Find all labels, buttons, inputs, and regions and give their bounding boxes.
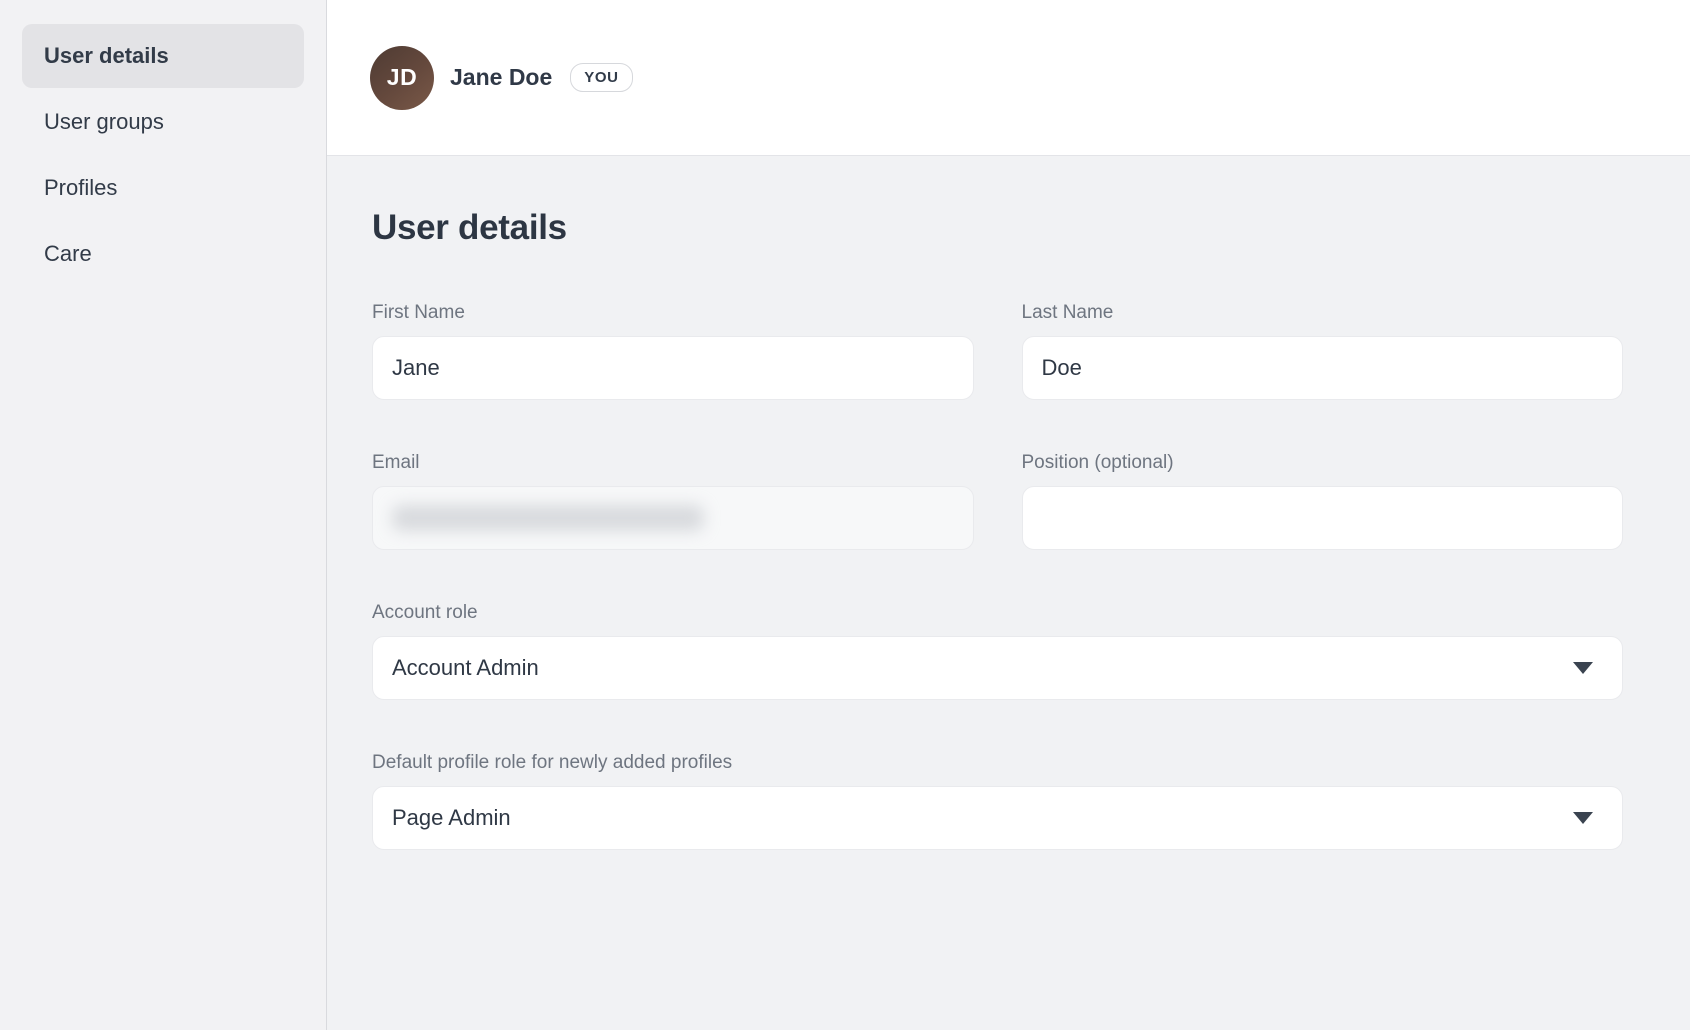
you-badge: YOU: [570, 63, 632, 92]
sidebar-item-care[interactable]: Care: [22, 222, 304, 286]
redacted-email-blur: [392, 505, 704, 531]
email-field: [372, 486, 974, 550]
position-input[interactable]: [1022, 486, 1624, 550]
user-details-form: First Name Last Name Email Position (opt…: [372, 302, 1623, 850]
user-header: JD Jane Doe YOU: [327, 0, 1690, 156]
default-profile-role-fieldgroup: Default profile role for newly added pro…: [372, 752, 1623, 850]
first-name-label: First Name: [372, 302, 974, 324]
sidebar-item-label: User groups: [44, 109, 164, 135]
account-role-value: Account Admin: [392, 655, 539, 681]
default-profile-role-value: Page Admin: [392, 805, 511, 831]
default-profile-role-select[interactable]: Page Admin: [372, 786, 1623, 850]
content-panel: User details First Name Last Name Email: [327, 156, 1690, 1030]
sidebar-item-label: User details: [44, 43, 169, 69]
main-area: JD Jane Doe YOU User details First Name …: [327, 0, 1690, 1030]
last-name-input[interactable]: [1022, 336, 1624, 400]
email-label: Email: [372, 452, 974, 474]
first-name-fieldgroup: First Name: [372, 302, 974, 400]
last-name-label: Last Name: [1022, 302, 1624, 324]
sidebar-item-label: Profiles: [44, 175, 117, 201]
chevron-down-icon: [1573, 812, 1593, 824]
account-role-fieldgroup: Account role Account Admin: [372, 602, 1623, 700]
email-fieldgroup: Email: [372, 452, 974, 550]
sidebar-item-label: Care: [44, 241, 92, 267]
account-role-label: Account role: [372, 602, 1623, 624]
default-profile-role-label: Default profile role for newly added pro…: [372, 752, 1623, 774]
account-role-select[interactable]: Account Admin: [372, 636, 1623, 700]
sidebar-item-user-groups[interactable]: User groups: [22, 90, 304, 154]
settings-page: User details User groups Profiles Care J…: [0, 0, 1690, 1030]
position-label: Position (optional): [1022, 452, 1624, 474]
avatar: JD: [370, 46, 434, 110]
sidebar-item-user-details[interactable]: User details: [22, 24, 304, 88]
last-name-fieldgroup: Last Name: [1022, 302, 1624, 400]
page-title: User details: [372, 208, 1623, 248]
position-fieldgroup: Position (optional): [1022, 452, 1624, 550]
user-name: Jane Doe: [450, 64, 552, 91]
chevron-down-icon: [1573, 662, 1593, 674]
sidebar: User details User groups Profiles Care: [0, 0, 327, 1030]
first-name-input[interactable]: [372, 336, 974, 400]
sidebar-item-profiles[interactable]: Profiles: [22, 156, 304, 220]
